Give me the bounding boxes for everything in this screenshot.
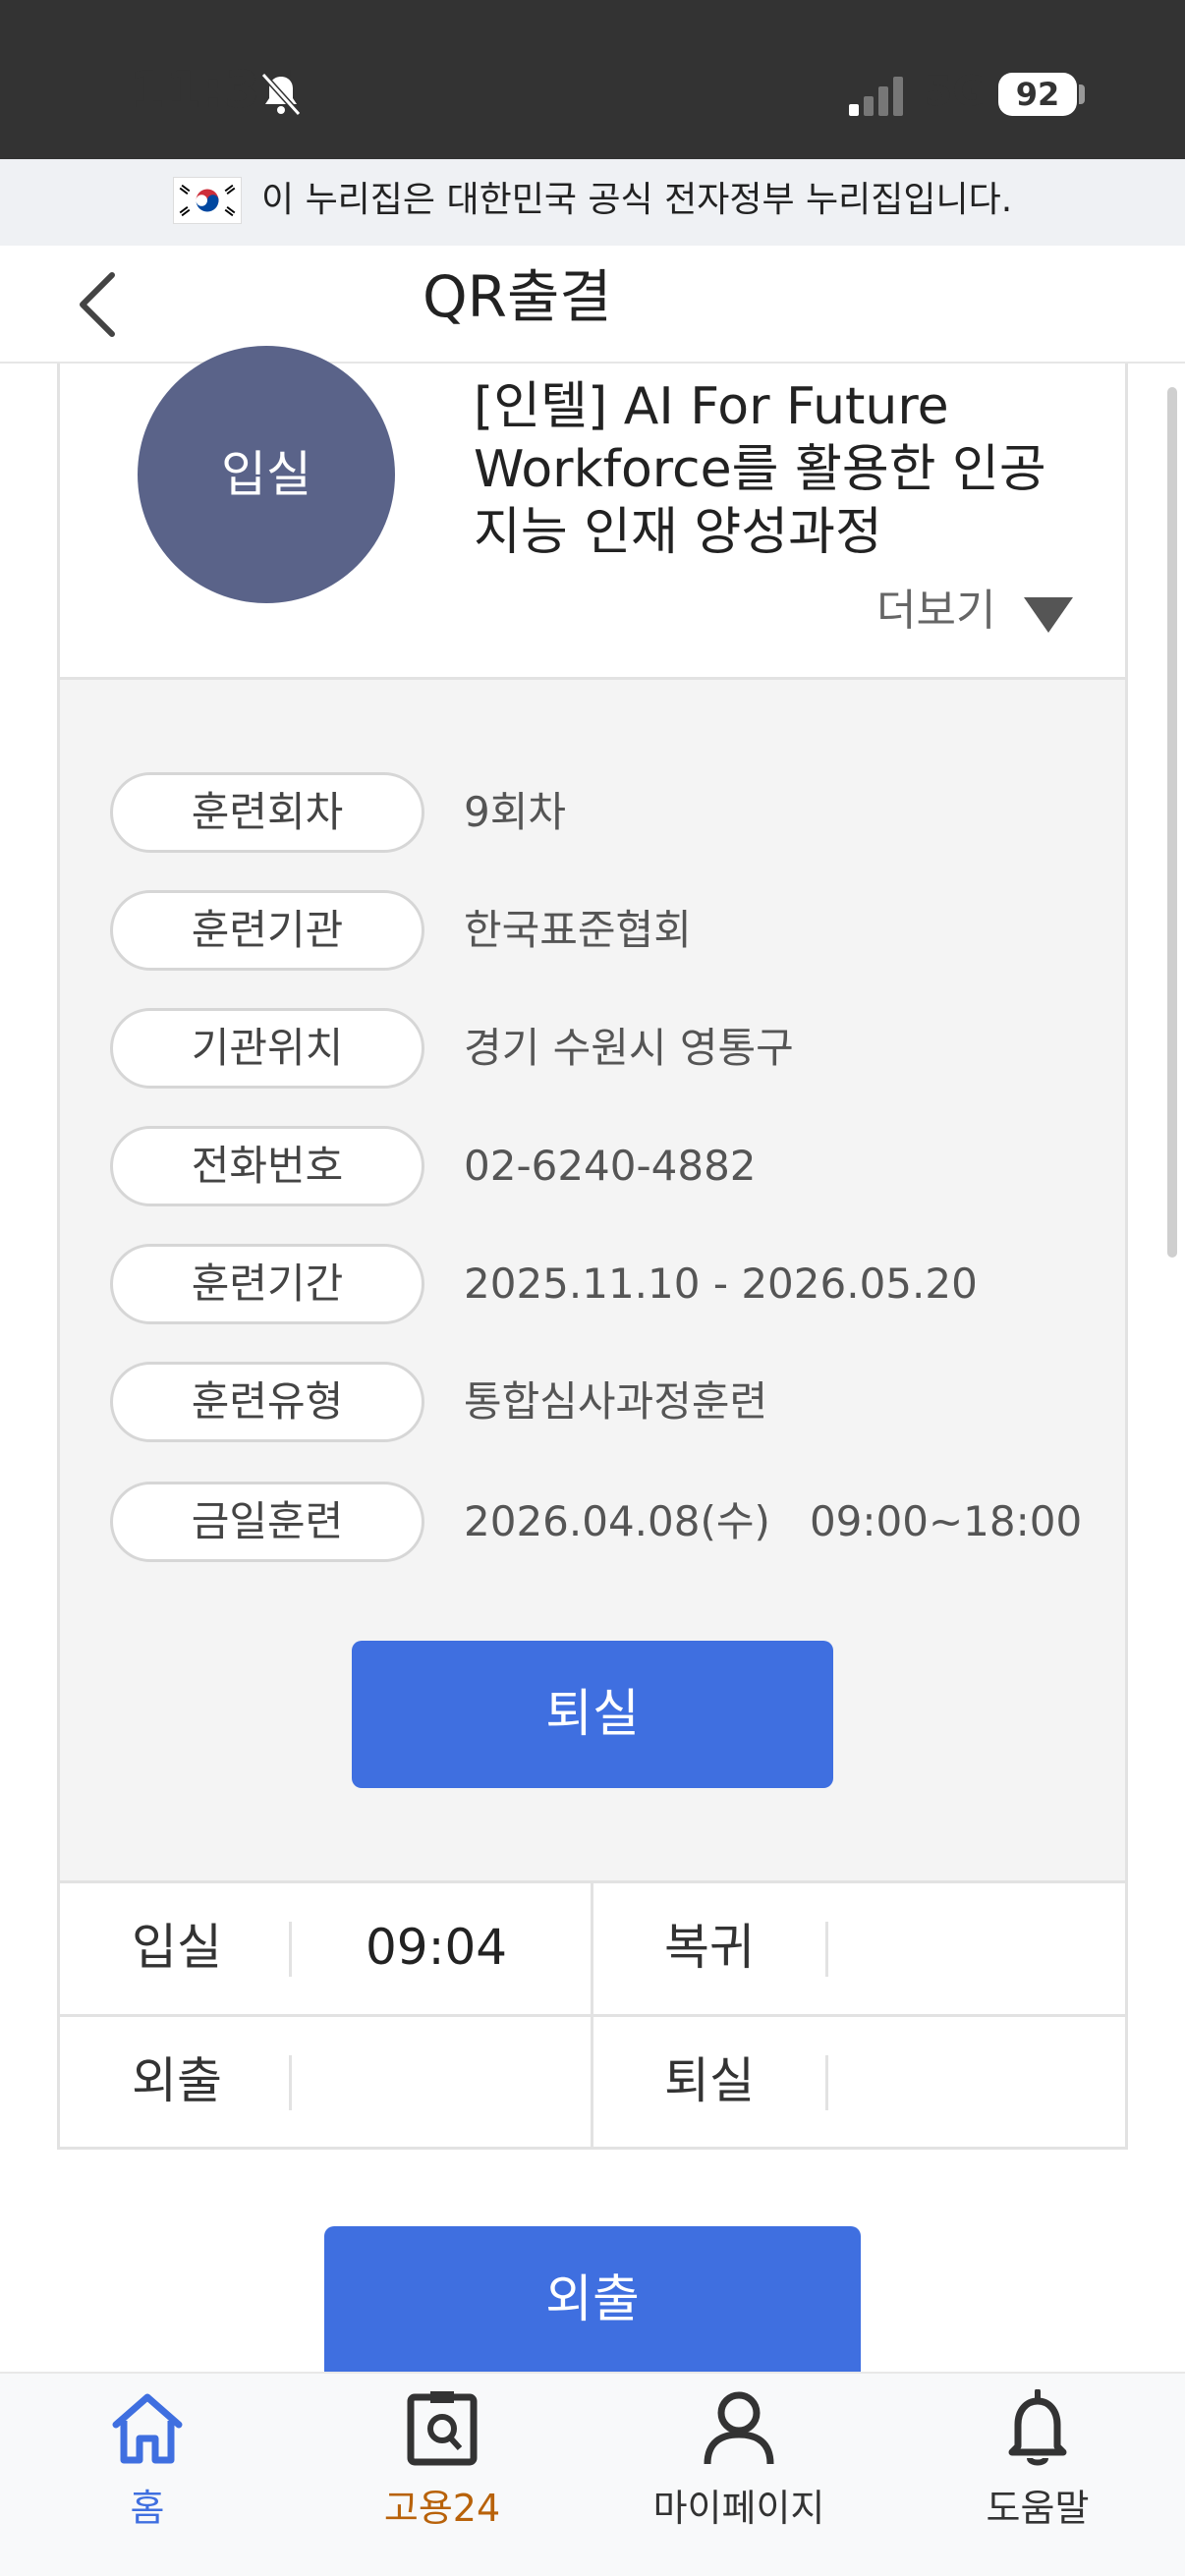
home-icon	[112, 2393, 183, 2464]
bell-icon	[1008, 2389, 1067, 2466]
info-value-today: 2026.04.08(수) 09:00~18:00	[464, 1497, 1083, 1545]
korea-flag-icon	[173, 177, 242, 224]
nav-mypage-label: 마이페이지	[652, 2487, 825, 2530]
nav-help-label: 도움말	[986, 2487, 1090, 2530]
attendance-status-circle: 입실	[138, 346, 395, 603]
table-divider	[591, 1880, 593, 2150]
nav-work24[interactable]: 고용24	[344, 2389, 540, 2556]
nav-home-label: 홈	[130, 2487, 165, 2530]
info-value-period: 2025.11.10 - 2026.05.20	[464, 1260, 978, 1308]
bell-slash-icon	[260, 72, 302, 117]
person-icon	[704, 2391, 774, 2465]
info-label-round: 훈련회차	[110, 772, 424, 853]
more-button[interactable]: 더보기	[876, 582, 995, 641]
return-label: 복귀	[664, 1919, 755, 1976]
info-label-type: 훈련유형	[110, 1362, 424, 1442]
nav-work24-label: 고용24	[383, 2487, 501, 2530]
outing-button[interactable]: 외출	[324, 2226, 861, 2374]
cell-separator	[825, 1922, 828, 1977]
battery-indicator: 92	[998, 73, 1077, 116]
info-value-type: 통합심사과정훈련	[464, 1377, 768, 1426]
info-value-location: 경기 수원시 영통구	[464, 1024, 794, 1072]
info-label-phone: 전화번호	[110, 1126, 424, 1206]
info-label-institution: 훈련기관	[110, 890, 424, 971]
cell-separator	[289, 1922, 292, 1977]
cellular-signal-icon	[849, 77, 903, 116]
checkin-label: 입실	[132, 1919, 222, 1976]
course-title: [인텔] AI For Future Workforce를 활용한 인공지능 인…	[474, 377, 1046, 562]
info-value-phone: 02-6240-4882	[464, 1142, 757, 1190]
nav-mypage[interactable]: 마이페이지	[641, 2389, 837, 2556]
back-chevron-icon[interactable]	[69, 265, 128, 344]
network-label: 5G	[924, 67, 987, 115]
checkin-time: 09:04	[366, 1919, 508, 1976]
info-label-period: 훈련기간	[110, 1244, 424, 1324]
nav-help[interactable]: 도움말	[939, 2389, 1136, 2556]
info-value-round: 9회차	[464, 788, 567, 836]
battery-nub	[1079, 84, 1085, 104]
cell-separator	[289, 2055, 292, 2110]
triangle-down-icon[interactable]	[1022, 593, 1075, 637]
info-label-location: 기관위치	[110, 1008, 424, 1089]
scrollbar[interactable]	[1167, 387, 1177, 1258]
page-title: QR출결	[423, 263, 612, 330]
info-value-institution: 한국표준협회	[464, 906, 692, 954]
work24-icon	[407, 2391, 478, 2466]
outing-label: 외출	[132, 2052, 222, 2109]
nav-home[interactable]: 홈	[49, 2389, 246, 2556]
cell-separator	[825, 2055, 828, 2110]
checkout-label: 퇴실	[664, 2052, 755, 2109]
gov-banner-text: 이 누리집은 대한민국 공식 전자정부 누리집입니다.	[261, 180, 1013, 220]
checkout-button[interactable]: 퇴실	[352, 1641, 833, 1788]
info-label-today: 금일훈련	[110, 1482, 424, 1562]
